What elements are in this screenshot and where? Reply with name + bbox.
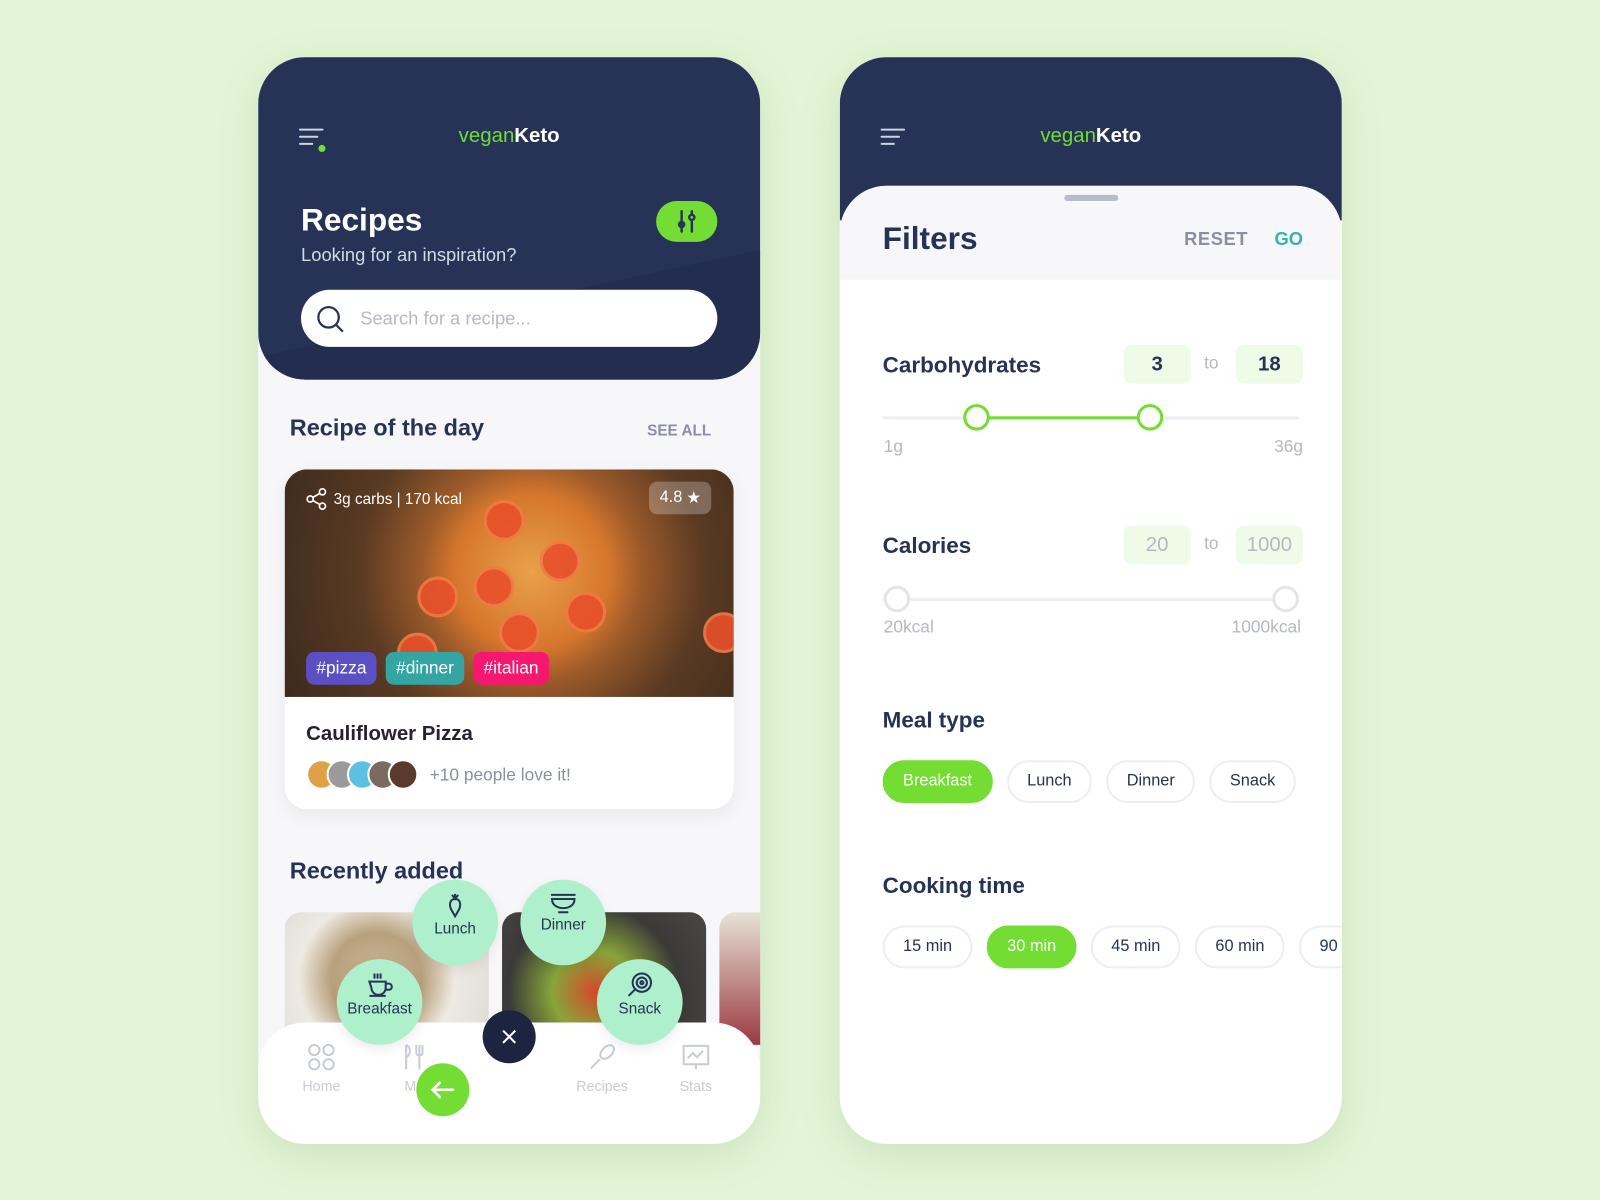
nav-stats[interactable]: Stats: [660, 1043, 731, 1094]
fab-snack[interactable]: Snack: [596, 959, 683, 1045]
filter-button[interactable]: [656, 201, 718, 242]
chip-45-min[interactable]: 45 min: [1090, 925, 1181, 969]
cooking-time-label: Cooking time: [882, 872, 1025, 898]
chip-snack[interactable]: Snack: [1209, 760, 1296, 804]
chip-90-min[interactable]: 90: [1299, 925, 1342, 969]
cooking-time-chips: 15 min 30 min 45 min 60 min 90: [882, 925, 1342, 969]
chip-dinner[interactable]: Dinner: [1106, 760, 1196, 804]
chip-lunch[interactable]: Lunch: [1006, 760, 1093, 804]
app-logo: veganKeto: [458, 124, 560, 147]
carbs-min-handle[interactable]: [963, 404, 990, 431]
nav-recipes[interactable]: Recipes: [566, 1043, 637, 1094]
calories-min-input[interactable]: 20: [1123, 525, 1191, 565]
back-button[interactable]: [416, 1063, 470, 1117]
chip-60-min[interactable]: 60 min: [1194, 925, 1285, 969]
chip-30-min[interactable]: 30 min: [986, 925, 1077, 969]
meal-type-chips: Breakfast Lunch Dinner Snack: [882, 760, 1296, 804]
avatar-group: [306, 759, 419, 790]
search-bar[interactable]: [301, 289, 718, 347]
recipes-screen: veganKeto Recipes Looking for an inspira…: [258, 57, 761, 1144]
bowl-icon: [551, 893, 576, 914]
carbs-max-label: 36g: [1274, 436, 1304, 457]
carbs-label: Carbohydrates: [882, 352, 1042, 378]
go-button[interactable]: GO: [1274, 229, 1303, 250]
filters-sheet: Filters RESET GO Carbohydrates 3 to 18 1…: [839, 185, 1342, 1144]
grid-icon: [308, 1043, 335, 1071]
section-title: Recipe of the day: [289, 414, 485, 441]
carbs-slider[interactable]: [882, 404, 1299, 431]
calories-max-label: 1000kcal: [1231, 617, 1302, 637]
whisk-icon: [590, 1044, 615, 1070]
meal-type-label: Meal type: [882, 707, 985, 733]
carbs-max-input[interactable]: 18: [1235, 344, 1304, 384]
carbs-min-label: 1g: [883, 436, 903, 457]
carbs-min-input[interactable]: 3: [1123, 344, 1191, 384]
filters-title: Filters: [882, 220, 978, 257]
cup-icon: [367, 973, 393, 997]
calories-slider[interactable]: [882, 585, 1299, 613]
tag-dinner[interactable]: #dinner: [385, 652, 465, 685]
to-label: to: [1204, 353, 1219, 373]
reset-button[interactable]: RESET: [1184, 229, 1248, 250]
sliders-icon: [677, 209, 696, 233]
see-all-link[interactable]: SEE ALL: [647, 422, 711, 439]
fab-dinner[interactable]: Dinner: [520, 879, 607, 966]
fork-knife-icon: [405, 1043, 424, 1070]
to-label: to: [1204, 533, 1219, 554]
love-count: +10 people love it!: [429, 765, 571, 785]
star-icon: ★: [686, 489, 702, 508]
search-icon: [317, 306, 344, 333]
carrot-icon: [449, 893, 462, 919]
tag-italian[interactable]: #italian: [473, 652, 549, 685]
chart-icon: [682, 1044, 710, 1070]
fab-breakfast[interactable]: Breakfast: [336, 959, 423, 1045]
calories-max-handle[interactable]: [1272, 585, 1299, 613]
arrow-left-icon: [430, 1081, 455, 1099]
calories-min-handle[interactable]: [883, 585, 911, 613]
chip-breakfast[interactable]: Breakfast: [882, 760, 993, 804]
tag-pizza[interactable]: #pizza: [306, 652, 377, 685]
search-input[interactable]: [360, 289, 697, 347]
drag-handle[interactable]: [1064, 194, 1119, 202]
calories-label: Calories: [882, 532, 972, 559]
chip-15-min[interactable]: 15 min: [882, 925, 973, 969]
lollipop-icon: [627, 972, 653, 997]
close-button[interactable]: [482, 1010, 536, 1064]
section-title: Recently added: [289, 857, 464, 884]
rating-badge: 4.8 ★: [649, 481, 712, 515]
calories-min-label: 20kcal: [883, 617, 934, 637]
calories-max-input[interactable]: 1000: [1235, 525, 1304, 565]
close-icon: [502, 1029, 517, 1044]
page-subtitle: Looking for an inspiration?: [301, 244, 517, 266]
filters-screen: veganKeto Filters RESET GO Carbohydrates…: [839, 57, 1342, 1144]
share-icon[interactable]: [305, 487, 327, 510]
recipe-name: Cauliflower Pizza: [306, 722, 473, 745]
nav-home[interactable]: Home: [286, 1043, 357, 1094]
recipe-card[interactable]: 3g carbs | 170 kcal 4.8 ★ #pizza #dinner …: [284, 469, 734, 810]
page-title: Recipes: [301, 202, 423, 238]
carbs-max-handle[interactable]: [1136, 404, 1164, 431]
fab-lunch[interactable]: Lunch: [412, 879, 498, 966]
avatar: [387, 759, 419, 790]
app-logo: veganKeto: [1040, 124, 1142, 147]
recipe-meta: 3g carbs | 170 kcal: [305, 487, 462, 510]
